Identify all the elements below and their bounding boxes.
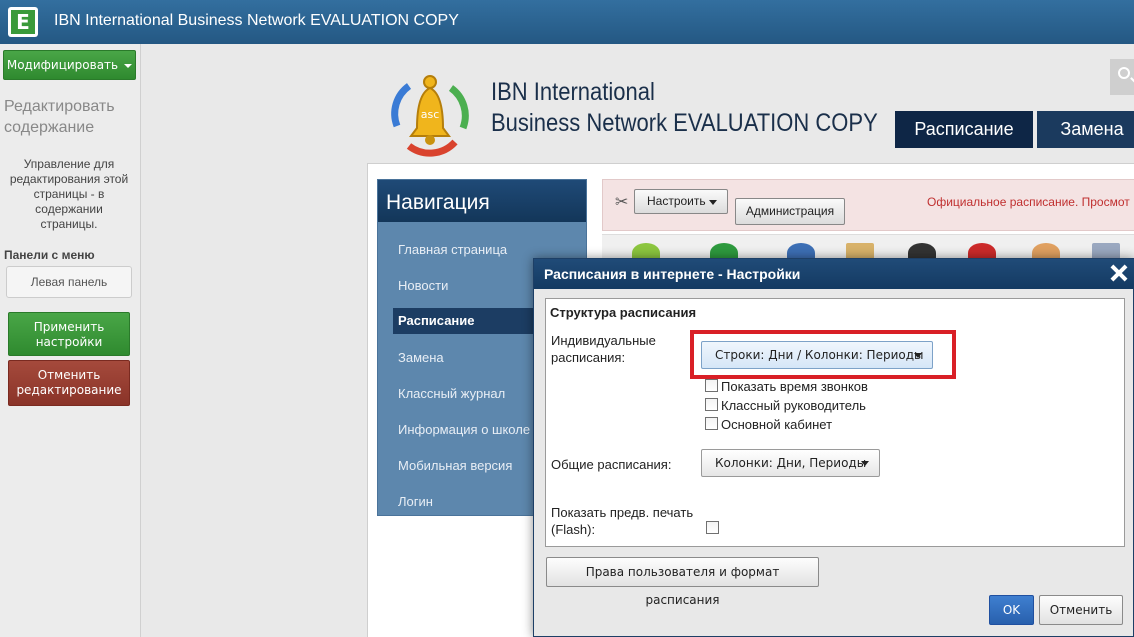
edit-description: Управление для редактирования этой стран… — [4, 157, 134, 232]
nav-item-mobile[interactable]: Мобильная версия — [398, 458, 512, 473]
menu-panels-label: Панели с меню — [4, 248, 95, 262]
edit-side-panel: Модифицировать Редактировать содержание … — [0, 44, 141, 637]
show-bell-times-label: Показать время звонков — [721, 379, 868, 394]
general-dropdown-value: Колонки: Дни, Периоды — [715, 456, 867, 470]
apply-label-line: настройки — [35, 335, 103, 349]
nav-item-news[interactable]: Новости — [398, 278, 448, 293]
chevron-down-icon — [709, 200, 717, 205]
modify-label: Модифицировать — [6, 58, 119, 72]
general-schedule-dropdown[interactable]: Колонки: Дни, Периоды — [701, 449, 880, 477]
group-title: Структура расписания — [550, 305, 697, 320]
apply-label-line: Применить — [33, 320, 105, 334]
main-room-label: Основной кабинет — [721, 417, 833, 432]
configure-button[interactable]: Настроить — [634, 189, 728, 214]
left-panel-button[interactable]: Левая панель — [6, 266, 132, 298]
administration-button[interactable]: Администрация — [735, 198, 845, 225]
chevron-down-icon — [124, 63, 133, 68]
search-icon — [1118, 67, 1130, 79]
ok-button[interactable]: OK — [989, 595, 1034, 625]
show-bell-times-checkbox[interactable] — [705, 379, 718, 392]
cancel-editing-button[interactable]: Отменить редактирование — [8, 360, 130, 406]
edit-description-line: страницы. — [40, 217, 98, 231]
nav-item-school-info[interactable]: Информация о школе — [398, 422, 530, 437]
official-schedule-notice: Официальное расписание. Просмот — [927, 195, 1130, 209]
schedule-toolbar: ✂ Настроить Администрация Официальное ра… — [602, 179, 1134, 231]
bell-logo-icon: asc — [391, 75, 469, 157]
logo-text: asc — [421, 108, 440, 121]
print-preview-label: Показать предв. печать (Flash): — [551, 504, 693, 538]
site-title: IBN International Business Network EVALU… — [491, 77, 878, 139]
edit-title-line: Редактировать — [4, 98, 115, 115]
tools-icon: ✂ — [615, 192, 629, 211]
print-preview-label-line: Показать предв. печать — [551, 505, 694, 520]
modify-button[interactable]: Модифицировать — [3, 50, 136, 80]
dialog-header: Расписания в интернете - Настройки — [534, 259, 1134, 289]
nav-item-substitution[interactable]: Замена — [398, 350, 444, 365]
print-preview-label-line: (Flash): — [551, 522, 596, 537]
general-schedules-label: Общие расписания: — [551, 457, 672, 472]
app-logo-icon: E — [8, 7, 38, 37]
schedule-structure-group: Структура расписания Индивидуальные расп… — [545, 298, 1125, 547]
cancel-button[interactable]: Отменить — [1039, 595, 1123, 625]
window-titlebar: E IBN International Business Network EVA… — [0, 0, 1134, 44]
individual-label-line: расписания: — [551, 350, 626, 365]
edit-title-line: содержание — [4, 119, 95, 136]
edit-content-title: Редактировать содержание — [4, 96, 136, 138]
search-button[interactable] — [1110, 59, 1134, 95]
chevron-down-icon — [914, 353, 922, 358]
navigation-title: Навигация — [378, 180, 586, 222]
settings-dialog: Расписания в интернете - Настройки Струк… — [533, 258, 1134, 637]
tab-schedule[interactable]: Расписание — [895, 111, 1033, 148]
chevron-down-icon — [861, 461, 869, 466]
site-title-line: IBN International — [491, 78, 655, 106]
individual-schedule-dropdown[interactable]: Строки: Дни / Колонки: Периоды — [701, 341, 933, 369]
configure-label: Настроить — [647, 194, 706, 208]
class-teacher-checkbox[interactable] — [705, 398, 718, 411]
cancel-edit-label-line: Отменить — [37, 368, 101, 382]
user-rights-format-button[interactable]: Права пользователя и формат расписания — [546, 557, 819, 607]
nav-item-class-journal[interactable]: Классный журнал — [398, 386, 505, 401]
nav-item-home[interactable]: Главная страница — [398, 242, 507, 257]
tab-substitution[interactable]: Замена — [1037, 111, 1134, 148]
nav-item-login[interactable]: Логин — [398, 494, 433, 509]
site-title-line: Business Network EVALUATION COPY — [491, 109, 878, 137]
individual-schedules-label: Индивидуальные расписания: — [551, 332, 656, 366]
main-room-checkbox[interactable] — [705, 417, 718, 430]
apply-settings-button[interactable]: Применить настройки — [8, 312, 130, 356]
edit-description-line: Управление для — [23, 157, 115, 171]
edit-description-line: редактирования этой — [9, 172, 129, 186]
edit-description-line: страницы - в — [33, 187, 105, 201]
dialog-title: Расписания в интернете - Настройки — [544, 266, 801, 282]
individual-label-line: Индивидуальные — [551, 333, 656, 348]
cancel-edit-label-line: редактирование — [16, 383, 122, 397]
edit-description-line: содержании — [35, 202, 103, 216]
app-logo-letter: E — [11, 10, 35, 34]
close-icon[interactable] — [1108, 262, 1130, 284]
print-preview-checkbox[interactable] — [706, 521, 719, 534]
class-teacher-label: Классный руководитель — [721, 398, 866, 413]
window-title: IBN International Business Network EVALU… — [54, 12, 459, 29]
individual-dropdown-value: Строки: Дни / Колонки: Периоды — [715, 348, 924, 362]
